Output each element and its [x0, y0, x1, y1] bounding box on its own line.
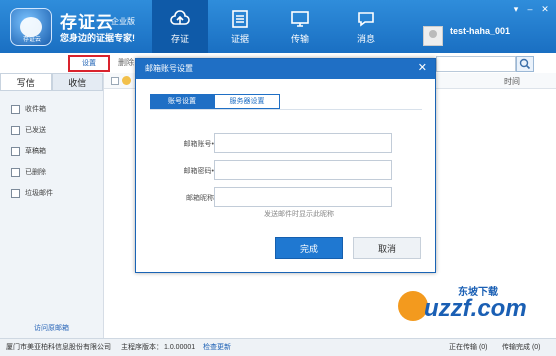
list-icon [232, 10, 248, 28]
nav-label: 证据 [230, 34, 249, 44]
watermark: 东坡下载 uzzf.com [398, 283, 548, 333]
delete-button[interactable]: 删除 [118, 57, 134, 68]
username[interactable]: test-haha_001 [450, 26, 510, 36]
app-header: 存证云 存证云 企业版 您身边的证据专家! 存证 证据 传输 消息 test-h… [0, 0, 556, 53]
folder-drafts[interactable]: 草稿箱 [0, 141, 103, 162]
nav-label: 存证 [170, 34, 189, 44]
inbox-icon [11, 105, 20, 114]
email-password-field[interactable] [214, 160, 392, 180]
folder-label: 已发送 [25, 127, 46, 134]
star-column-icon [122, 76, 131, 85]
sent-icon [11, 126, 20, 135]
search-button[interactable] [516, 56, 534, 72]
nav-xiaoxi[interactable]: 消息 [338, 0, 394, 53]
tab-account-settings[interactable]: 账号设置 [150, 94, 214, 109]
email-account-label: 邮箱账号• [183, 141, 214, 148]
nav-zhengju[interactable]: 证据 [212, 0, 268, 53]
folder-sent[interactable]: 已发送 [0, 120, 103, 141]
settings-button[interactable]: 设置 [68, 55, 110, 72]
search-icon [519, 58, 531, 70]
folder-deleted[interactable]: 已删除 [0, 162, 103, 183]
email-account-field[interactable] [214, 133, 392, 153]
close-icon[interactable]: ✕ [418, 63, 427, 74]
app-logo: 存证云 [10, 8, 52, 46]
chat-icon [358, 12, 374, 27]
dialog-title: 邮箱账号设置 [136, 59, 435, 79]
email-password-label: 邮箱密码• [183, 168, 214, 175]
folder-list: 收件箱 已发送 草稿箱 已删除 垃圾邮件 [0, 99, 103, 204]
logo-sub-label: 存证云 [22, 37, 41, 43]
email-nickname-field[interactable] [214, 187, 392, 207]
folder-inbox[interactable]: 收件箱 [0, 99, 103, 120]
mail-sidebar: 写信 收信 收件箱 已发送 草稿箱 已删除 垃圾邮件 [0, 73, 104, 338]
brand-slogan: 您身边的证据专家! [60, 33, 135, 43]
done-status: 传输完成 (0) [502, 344, 541, 351]
trash-icon [11, 189, 20, 198]
monitor-icon [291, 11, 309, 27]
toolbar-area [0, 53, 130, 73]
nav-label: 消息 [356, 34, 375, 44]
tab-compose[interactable]: 写信 [0, 73, 52, 91]
minimize-icon[interactable]: – [523, 4, 537, 14]
version-label: 主程序版本： [121, 344, 163, 351]
version-value: 1.0.00001 [164, 344, 196, 351]
watermark-site: uzzf.com [424, 295, 527, 322]
check-update-link[interactable]: 检查更新 [203, 339, 231, 356]
brand-name: 存证云 [60, 13, 114, 32]
folder-label: 已删除 [25, 169, 46, 176]
nav-chuanshu[interactable]: 传输 [272, 0, 328, 53]
avatar[interactable] [423, 26, 443, 46]
mail-tabs: 写信 收信 [0, 73, 103, 91]
search-input[interactable] [436, 56, 516, 72]
folder-spam[interactable]: 垃圾邮件 [0, 183, 103, 204]
close-icon[interactable]: ✕ [538, 4, 552, 14]
tab-server-settings[interactable]: 服务器设置 [214, 94, 280, 109]
deleted-icon [11, 168, 20, 177]
folder-label: 草稿箱 [25, 148, 46, 155]
done-button[interactable]: 完成 [275, 237, 343, 259]
brand-edition: 企业版 [111, 17, 135, 26]
visit-mailbox-link[interactable]: 访问原邮箱 [34, 323, 69, 333]
time-column-header: 时间 [504, 77, 520, 86]
email-nickname-label: 邮箱昵称 [186, 195, 214, 202]
tab-receive[interactable]: 收信 [51, 73, 103, 91]
company-name: 厦门市美亚柏科信息股份有限公司 [6, 344, 111, 351]
folder-label: 垃圾邮件 [25, 190, 53, 197]
nav-label: 传输 [290, 34, 309, 44]
nav-cunzheng[interactable]: 存证 [152, 0, 208, 53]
transfer-status: 正在传输 (0) [449, 344, 488, 351]
draft-icon [11, 147, 20, 156]
window-menu-icon[interactable]: ▾ [509, 4, 523, 14]
mail-account-dialog: 邮箱账号设置 ✕ 账号设置 服务器设置 邮箱账号• 邮箱密码• 邮箱昵称 发送邮… [135, 58, 436, 273]
divider [150, 109, 422, 110]
cancel-button[interactable]: 取消 [353, 237, 421, 259]
status-bar: 厦门市美亚柏科信息股份有限公司 主程序版本： 1.0.00001 检查更新 正在… [0, 338, 556, 356]
cloud-upload-icon [170, 10, 190, 25]
nickname-hint: 发送邮件时显示此昵称 [264, 211, 334, 218]
folder-label: 收件箱 [25, 106, 46, 113]
select-all-checkbox[interactable] [111, 77, 119, 85]
